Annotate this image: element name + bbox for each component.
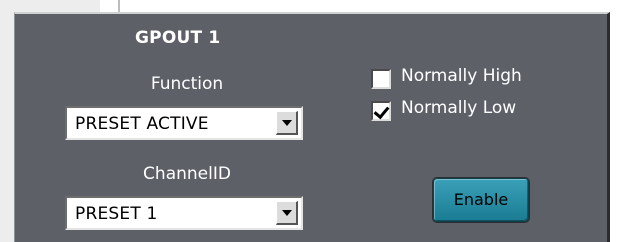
divider bbox=[118, 0, 120, 12]
channelid-dropdown[interactable]: PRESET 1 bbox=[65, 196, 303, 230]
channelid-label: ChannelID bbox=[143, 164, 231, 184]
function-dropdown-value: PRESET ACTIVE bbox=[75, 114, 209, 134]
function-dropdown[interactable]: PRESET ACTIVE bbox=[65, 106, 303, 140]
panel-title: GPOUT 1 bbox=[135, 28, 221, 48]
normally-low-checkbox[interactable] bbox=[371, 101, 391, 121]
normally-low-label: Normally Low bbox=[401, 98, 517, 118]
chevron-down-icon[interactable] bbox=[276, 201, 298, 225]
normally-high-label: Normally High bbox=[401, 66, 522, 86]
chevron-down-icon[interactable] bbox=[276, 111, 298, 135]
channelid-dropdown-value: PRESET 1 bbox=[75, 204, 158, 224]
enable-button[interactable]: Enable bbox=[433, 178, 529, 222]
check-icon bbox=[373, 102, 390, 120]
gpout-panel: GPOUT 1 Function PRESET ACTIVE ChannelID… bbox=[14, 12, 610, 242]
normally-high-checkbox[interactable] bbox=[371, 69, 391, 89]
function-label: Function bbox=[150, 74, 224, 94]
